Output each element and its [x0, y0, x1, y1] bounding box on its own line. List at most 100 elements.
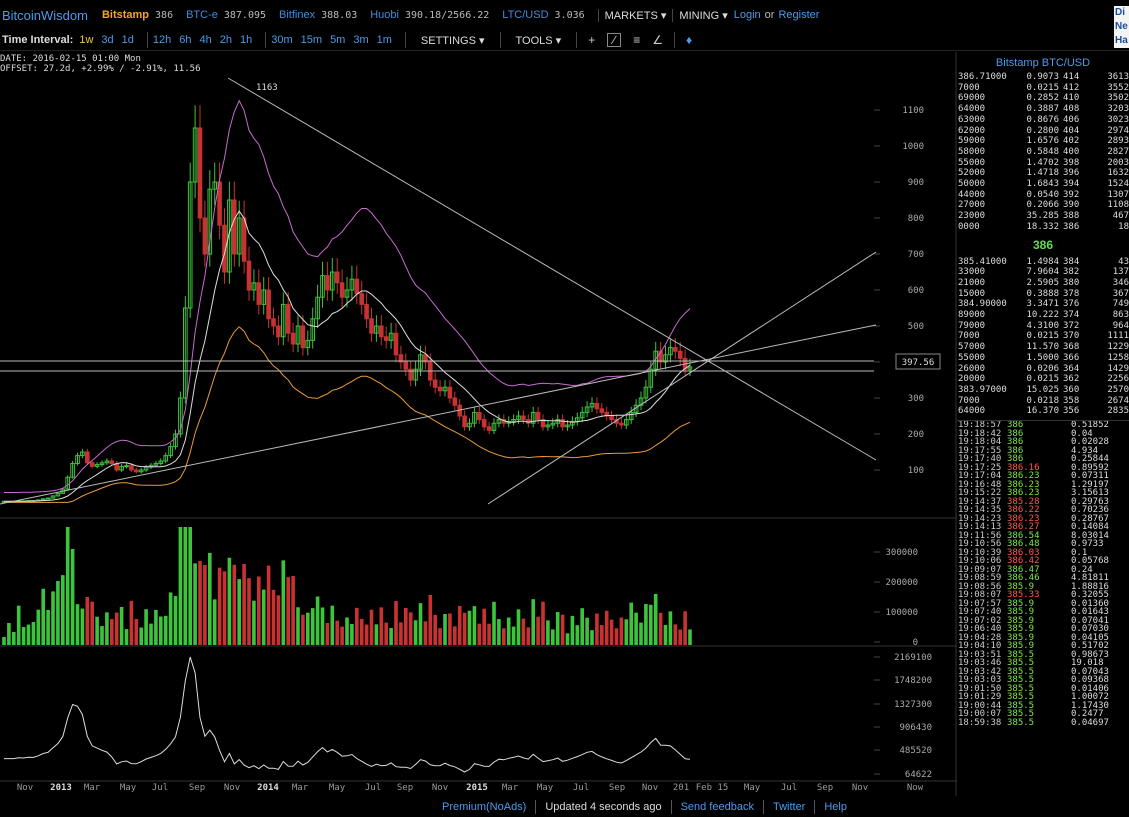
mining-menu[interactable]: MINING ▾ [672, 8, 733, 22]
price-tick-label: 800 [908, 214, 924, 224]
volume-bar [668, 611, 673, 645]
time-axis-label: Jul [781, 783, 797, 793]
alert-bell-icon[interactable]: ♦ [686, 33, 692, 47]
time-axis-label: Sep [817, 783, 833, 793]
row-amount: 3.3471 [1026, 299, 1059, 310]
row-level: 376 [1063, 299, 1080, 310]
exchange-link[interactable]: LTC/USD [502, 9, 548, 21]
volume-bar [56, 581, 60, 645]
row-sum: 2674 [1107, 395, 1129, 406]
price-tick-label: 200 [908, 430, 924, 440]
volume-bar [551, 629, 555, 645]
row-amount: 0.0218 [1026, 395, 1059, 406]
volume-bar [296, 607, 300, 645]
draw-line-icon[interactable]: ∕ [607, 33, 622, 47]
volume-bar [570, 615, 575, 645]
register-link[interactable]: Register [778, 9, 819, 21]
volume-bar [340, 626, 344, 645]
row-amount: 7.9604 [1026, 267, 1059, 278]
exchange-link[interactable]: Bitfinex [279, 9, 315, 21]
indicator-tick-label: 64622 [905, 770, 932, 780]
interval-1d[interactable]: 1d [122, 34, 134, 46]
row-amount: 15.025 [1026, 384, 1059, 395]
interval-5m[interactable]: 5m [330, 34, 345, 46]
candle-body [379, 325, 384, 338]
send-feedback-link[interactable]: Send feedback [681, 801, 754, 813]
row-amount: 0.0540 [1026, 189, 1059, 200]
interval-15m[interactable]: 15m [301, 34, 322, 46]
row-price: 384.90000 [958, 299, 1007, 310]
volume-bar [173, 596, 178, 645]
order-book-row: 57000 11.570 368 1229 [957, 342, 1129, 353]
interval-30m[interactable]: 30m [271, 34, 292, 46]
interval-1w[interactable]: 1w [79, 34, 93, 46]
interval-3m[interactable]: 3m [353, 34, 368, 46]
volume-bar [315, 596, 320, 645]
interval-6h[interactable]: 6h [179, 34, 191, 46]
candle-body [481, 419, 487, 428]
interval-2h[interactable]: 2h [220, 34, 232, 46]
caret-down-icon: ▾ [555, 34, 562, 47]
volume-bar [301, 614, 305, 645]
volume-bar [516, 609, 521, 645]
tools-menu[interactable]: TOOLS ▾ [516, 34, 562, 47]
volume-bar [443, 614, 447, 645]
row-amount: 0.0215 [1026, 374, 1059, 385]
recent-trades-panel: 19:18:57 386 0.51852 19:18:42 386 0.04 19:18:0… [957, 420, 1129, 794]
row-price: 64000 [958, 406, 986, 417]
candle-body [437, 386, 443, 392]
exchange-link[interactable]: Huobi [370, 9, 399, 21]
exchange-link[interactable]: BTC-e [186, 9, 218, 21]
volume-bar [477, 623, 482, 645]
exchange-link[interactable]: Bitstamp [102, 9, 149, 21]
row-amount: 0.2852 [1026, 93, 1059, 104]
row-sum: 2893 [1107, 136, 1129, 147]
row-sum: 3552 [1107, 82, 1129, 93]
order-book-row: 50000 1.6843 394 1524 [957, 179, 1129, 190]
crosshair-icon[interactable]: + [588, 33, 595, 47]
premium-link[interactable]: Premium(NoAds) [442, 801, 526, 813]
divider [576, 32, 578, 48]
time-axis-label: May [120, 783, 137, 793]
row-level: 400 [1063, 146, 1080, 157]
volume-bar [222, 571, 227, 645]
twitter-link[interactable]: Twitter [773, 801, 805, 813]
caret-down-icon: ▾ [660, 9, 667, 22]
interval-1m[interactable]: 1m [377, 34, 392, 46]
volume-bar [163, 615, 168, 645]
interval-3d[interactable]: 3d [101, 34, 113, 46]
row-level: 382 [1063, 267, 1080, 278]
order-book-row: 89000 10.222 374 863 [957, 310, 1129, 321]
candle-body [334, 271, 340, 284]
volume-bar [658, 612, 663, 645]
divider [404, 32, 406, 48]
row-sum: 3023 [1107, 114, 1129, 125]
login-link[interactable]: Login [734, 9, 761, 21]
volume-bar [105, 612, 109, 645]
candle-body [45, 497, 51, 500]
volume-bar [129, 600, 134, 645]
volume-bar [291, 576, 295, 645]
time-axis-label: Feb 15 [696, 783, 729, 793]
help-link[interactable]: Help [824, 801, 847, 813]
indicator-tick-label: 485520 [899, 746, 932, 756]
horizontal-lines-icon[interactable]: ≡ [633, 33, 640, 47]
interval-4h[interactable]: 4h [200, 34, 212, 46]
time-interval-label: Time Interval: [2, 34, 74, 46]
volume-bar [178, 527, 183, 645]
site-logo[interactable]: BitcoinWisdom [0, 8, 88, 23]
indicator-tick-label: 2169100 [894, 653, 932, 663]
markets-menu[interactable]: MARKETS ▾ [597, 8, 673, 22]
settings-menu[interactable]: SETTINGS ▾ [421, 34, 485, 47]
candle-body [364, 303, 369, 320]
interval-12h[interactable]: 12h [153, 34, 171, 46]
time-axis-label: Nov [432, 783, 448, 793]
exchange-price: 387.095 [223, 10, 267, 21]
time-axis-label: 2015 [466, 783, 488, 793]
row-amount: 1.6843 [1026, 179, 1059, 190]
fib-fan-icon[interactable]: ∠ [652, 33, 663, 47]
interval-1h[interactable]: 1h [240, 34, 252, 46]
price-chart[interactable]: 11001000900800700600500400300200100Nov20… [0, 52, 957, 796]
row-level: 390 [1063, 200, 1080, 211]
volume-bar [531, 599, 535, 645]
